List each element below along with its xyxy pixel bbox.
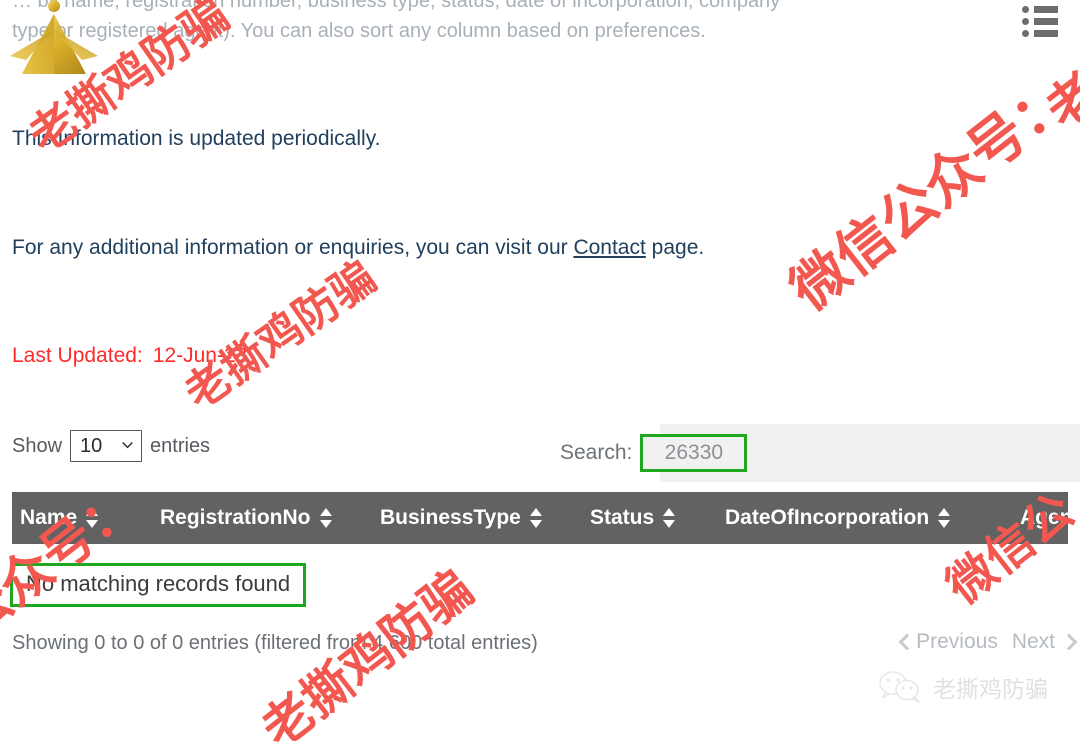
column-header-registrationno[interactable]: RegistrationNo (160, 506, 380, 530)
column-label: Name (20, 506, 78, 529)
last-updated-label: Last Updated: (12, 344, 143, 367)
column-header-status[interactable]: Status (590, 506, 725, 530)
entries-label: entries (150, 434, 211, 457)
previous-label: Previous (916, 630, 998, 653)
chevron-left-icon (899, 633, 910, 651)
column-label: RegistrationNo (160, 506, 311, 529)
intro-paragraph: … by name, registration number, business… (12, 0, 1012, 46)
column-header-businesstype[interactable]: BusinessType (380, 506, 590, 530)
column-label: Status (590, 506, 655, 529)
last-updated-value: 12-Jun-23 (152, 344, 248, 367)
search-filter-inner: Search: 26330 (560, 424, 748, 482)
wechat-icon (879, 671, 920, 703)
contact-link[interactable]: Contact (573, 236, 645, 259)
column-header-name[interactable]: Name (20, 506, 160, 530)
list-icon-bullet (1022, 6, 1029, 13)
sort-icon[interactable] (319, 508, 333, 528)
column-label: DateOfIncorporation (725, 506, 930, 529)
chevron-right-icon (1061, 633, 1072, 651)
table-empty-message: No matching records found (10, 563, 307, 607)
wechat-label: 老撕鸡防骗 (933, 677, 1048, 703)
intro-line-1: … by name, registration number, business… (12, 0, 781, 12)
chevron-down-icon (122, 442, 133, 449)
watermark-text: 老撕鸡防骗 (175, 251, 386, 420)
list-icon-row (1022, 30, 1058, 37)
list-icon-bullet (1022, 18, 1029, 25)
page-root: … by name, registration number, business… (0, 0, 1080, 742)
watermark-text: 微信公众号： (778, 65, 1080, 324)
search-input[interactable]: 26330 (640, 434, 748, 472)
watermark-text: 老 (1035, 62, 1080, 142)
sort-icon[interactable] (86, 508, 99, 528)
sort-icon[interactable] (529, 508, 543, 528)
table-info: Showing 0 to 0 of 0 entries (filtered fr… (12, 632, 538, 654)
updated-note: This Information is updated periodically… (12, 127, 381, 150)
list-icon-bar (1034, 6, 1058, 13)
last-updated: Last Updated: 12-Jun-23 (12, 344, 247, 368)
table-header-row: Name RegistrationNo BusinessType Status … (12, 492, 1080, 544)
list-icon-bullet (1022, 30, 1029, 37)
list-icon[interactable] (1022, 6, 1058, 37)
sort-icon[interactable] (938, 508, 951, 528)
column-label: BusinessType (380, 506, 521, 529)
page-length-control: Show 10 entries (12, 430, 210, 462)
column-header-agent[interactable]: Agent (1020, 506, 1080, 530)
list-icon-row (1022, 18, 1058, 25)
companies-table: Name RegistrationNo BusinessType Status … (12, 492, 1080, 544)
contact-prefix: For any additional information or enquir… (12, 236, 574, 259)
table-empty-state-wrap: No matching records found (10, 563, 307, 607)
show-label: Show (12, 434, 63, 457)
wechat-badge: 老撕鸡防骗 (878, 670, 1048, 704)
contact-paragraph: For any additional information or enquir… (12, 235, 704, 261)
next-label: Next (1011, 630, 1055, 653)
contact-suffix: page. (645, 236, 705, 259)
column-label: Agent (1020, 506, 1080, 529)
page-length-value: 10 (80, 434, 103, 457)
list-icon-bar (1034, 18, 1058, 25)
list-icon-row (1022, 6, 1058, 13)
pagination: Previous Next (899, 630, 1072, 654)
search-filter-area: Search: 26330 (560, 424, 1080, 482)
column-header-dateofincorporation[interactable]: DateOfIncorporation (725, 506, 1020, 530)
next-button[interactable]: Next (1012, 630, 1072, 654)
list-icon-bar (1034, 30, 1058, 37)
page-length-select[interactable]: 10 (70, 430, 143, 462)
search-label: Search: (560, 441, 633, 464)
sort-icon[interactable] (663, 508, 676, 528)
intro-line-2: type or registered agent). You can also … (12, 20, 706, 42)
previous-button[interactable]: Previous (899, 630, 998, 654)
